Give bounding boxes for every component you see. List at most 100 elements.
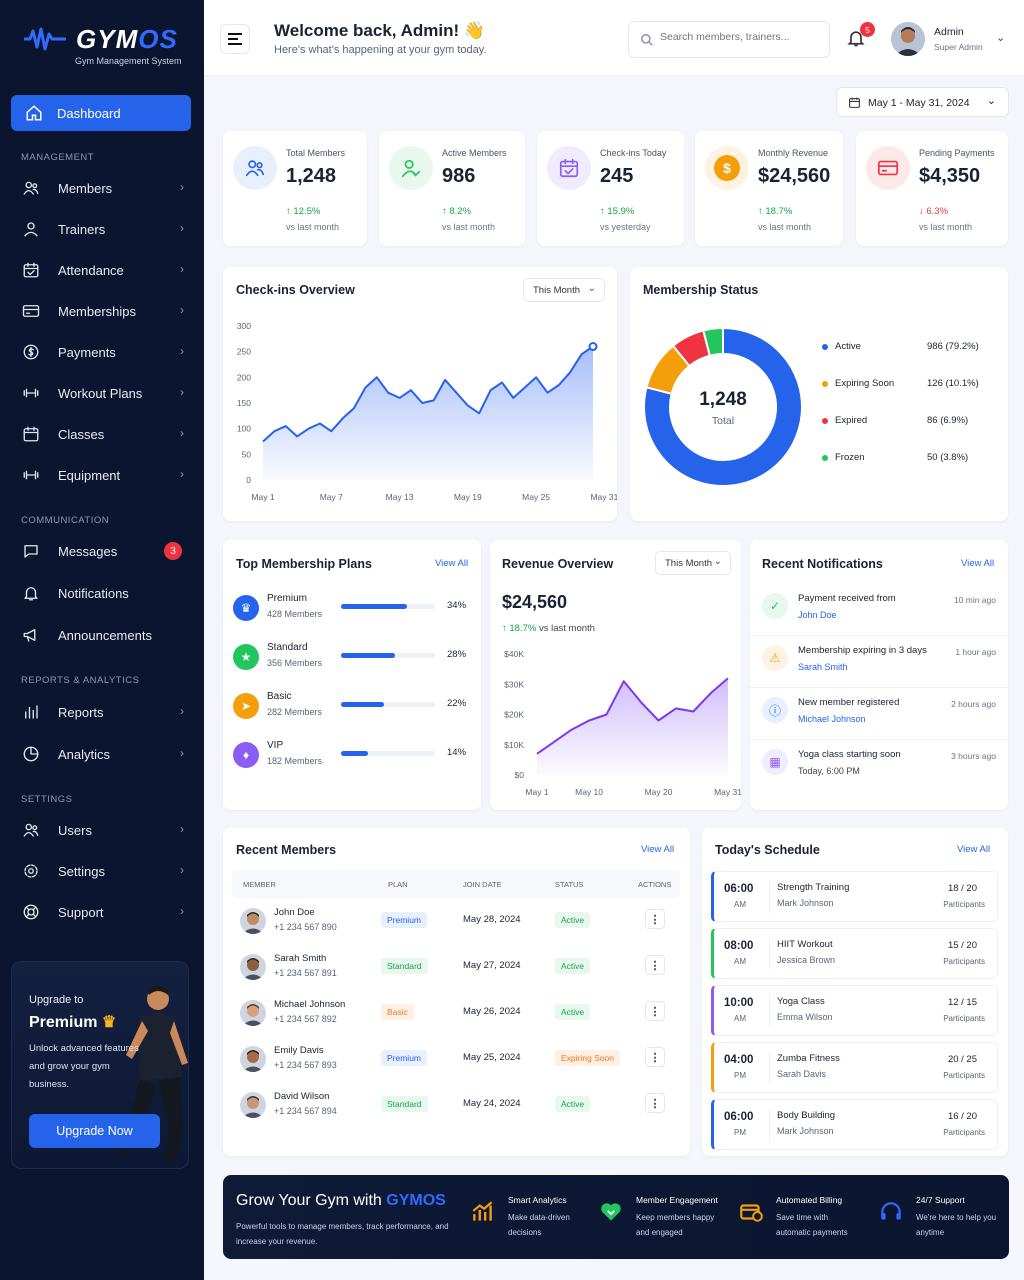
nav-messages[interactable]: Messages 3 [22,539,190,563]
dollar-icon [23,344,39,360]
x-tick-label: May 10 [575,787,603,797]
nav-memberships[interactable]: Memberships › [22,299,190,323]
plan-members: 282 Members [267,707,323,717]
feature-item: Member Engagement Keep members happy and … [598,1195,723,1245]
plan-row[interactable]: ♛ Premium 428 Members 34% [223,593,481,633]
plans-view-all-link[interactable]: View All [435,558,468,569]
upgrade-line2: Premium ♛ [29,1014,117,1031]
user-avatar[interactable] [891,22,925,56]
row-actions-button[interactable]: ⋮ [645,1047,665,1067]
stat-card[interactable]: Active Members 986 ↑ 8.2% vs last month [379,131,525,246]
nav-support[interactable]: Support › [22,900,190,924]
nav-trainers[interactable]: Trainers › [22,217,190,241]
notification-item[interactable]: ⚠ Membership expiring in 3 days Sarah Smit… [750,644,1008,688]
revenue-filter-dropdown[interactable]: This Month ⌄ [655,551,731,575]
plan-members: 428 Members [267,609,323,619]
stat-value: 986 [442,165,476,187]
row-actions-button[interactable]: ⋮ [645,1001,665,1021]
stat-card[interactable]: Check-ins Today 245 ↑ 15.9% vs yesterday [537,131,684,246]
notification-sub: John Doe [798,610,837,620]
plan-row[interactable]: ♦ VIP 182 Members 14% [223,740,481,780]
feature-title: 24/7 Support [916,1195,965,1205]
col-actions: ACTIONS [638,880,672,889]
feature-title: Smart Analytics [508,1195,567,1205]
checkins-title: Check-ins Overview [236,283,355,297]
nav-analytics[interactable]: Analytics › [22,742,190,766]
calendar-icon [849,97,860,108]
y-tick-label: $20K [504,710,524,720]
checkins-chart: 0 50 100 150 200 250 300 May 1 May 7 May 13 May 19… [237,321,617,502]
nav-equipment[interactable]: Equipment › [22,463,190,487]
notification-title: Membership expiring in 3 days [798,645,927,656]
plan-row[interactable]: ➤ Basic 282 Members 22% [223,691,481,731]
schedule-item[interactable]: 04:00 PM Zumba Fitness Sarah Davis 20 / 25 Pa… [711,1042,998,1093]
table-row[interactable]: Emily Davis +1 234 567 893 Premium May 25, … [232,1042,680,1082]
schedule-item[interactable]: 06:00 AM Strength Training Mark Johnson 18 /… [711,871,998,922]
section-management: MANAGEMENT [21,152,95,163]
row-actions-button[interactable]: ⋮ [645,909,665,929]
nav-label: Announcements [58,627,152,643]
stat-change: ↑ 18.7% [758,206,793,217]
status-badge: Active [555,958,591,974]
revenue-change: ↑ 18.7% vs last month [502,623,595,634]
search-input[interactable] [660,31,820,43]
class-time: 10:00 [724,997,754,1009]
menu-toggle-button[interactable] [220,24,250,54]
nav-notifications[interactable]: Notifications [22,581,190,605]
nav-workout-plans[interactable]: Workout Plans › [22,381,190,405]
stat-change: ↓ 6.3% [919,206,949,217]
table-row[interactable]: John Doe +1 234 567 890 Premium May 28, 202… [232,904,680,944]
schedule-item[interactable]: 10:00 AM Yoga Class Emma Wilson 12 / 15 Parti… [711,985,998,1036]
upgrade-now-button[interactable]: Upgrade Now [29,1114,160,1148]
stat-card[interactable]: Total Members 1,248 ↑ 12.5% vs last month [223,131,367,246]
stat-sub: vs last month [286,222,340,232]
nav-settings[interactable]: Settings › [22,859,190,883]
nav-label: Payments [58,344,116,360]
nav-dashboard[interactable]: Dashboard [11,95,191,131]
nav-attendance[interactable]: Attendance › [22,258,190,282]
row-actions-button[interactable]: ⋮ [645,955,665,975]
plan-row[interactable]: ★ Standard 356 Members 28% [223,642,481,682]
calendar-icon [23,426,39,442]
schedule-item[interactable]: 08:00 AM HIIT Workout Jessica Brown 15 / 20 P… [711,928,998,979]
brand-logo[interactable]: GYMOS [22,26,178,52]
stat-value: 245 [600,165,634,187]
table-row[interactable]: Michael Johnson +1 234 567 892 Basic May 26… [232,996,680,1036]
checkins-filter-dropdown[interactable]: This Month ⌄ [523,278,605,302]
nav-announcements[interactable]: Announcements [22,623,190,647]
nav-reports[interactable]: Reports › [22,700,190,724]
class-time: 06:00 [724,883,754,895]
nav-payments[interactable]: Payments › [22,340,190,364]
row-actions-button[interactable]: ⋮ [645,1093,665,1113]
table-row[interactable]: Sarah Smith +1 234 567 891 Standard May 27,… [232,950,680,990]
class-count-label: Participants [943,900,985,909]
table-row[interactable]: David Wilson +1 234 567 894 Standard May 24… [232,1088,680,1128]
chevron-down-icon: ⌄ [587,283,596,294]
plans-title: Top Membership Plans [236,557,372,571]
members-icon [233,146,277,190]
notifications-view-all-link[interactable]: View All [961,558,994,569]
nav-label: Members [58,180,113,196]
divider [769,938,770,970]
check-circle-icon: ✓ [762,593,788,619]
search-box[interactable] [628,21,830,58]
members-view-all-link[interactable]: View All [641,844,674,855]
notification-item[interactable]: ✓ Payment received from John Doe 10 min ago [750,592,1008,636]
join-date: May 27, 2024 [463,960,521,971]
col-plan: PLAN [388,880,408,889]
schedule-item[interactable]: 06:00 PM Body Building Mark Johnson 16 / 20 P… [711,1099,998,1150]
notifications-button[interactable]: 5 [846,22,875,52]
user-menu-chevron-icon[interactable]: ⌄ [996,31,1005,44]
nav-members[interactable]: Members › [22,176,190,200]
notification-item[interactable]: ▦ Yoga class starting soon Today, 6:00 PM 3… [750,748,1008,792]
nav-classes[interactable]: Classes › [22,422,190,446]
notification-item[interactable]: ⓘ New member registered Michael Johnson 2 h… [750,696,1008,740]
stat-card[interactable]: Pending Payments $4,350 ↓ 6.3% vs last mont… [856,131,1008,246]
stat-card[interactable]: $ Monthly Revenue $24,560 ↑ 18.7% vs last mo… [695,131,843,246]
nav-users[interactable]: Users › [22,818,190,842]
chevron-down-icon: ⌄ [713,556,722,567]
schedule-view-all-link[interactable]: View All [957,844,990,855]
sidebar: GYMOS Gym Management System Dashboard MA… [0,0,204,1280]
date-range-picker[interactable]: May 1 - May 31, 2024 ⌄ [836,87,1009,117]
class-count-label: Participants [943,1014,985,1023]
